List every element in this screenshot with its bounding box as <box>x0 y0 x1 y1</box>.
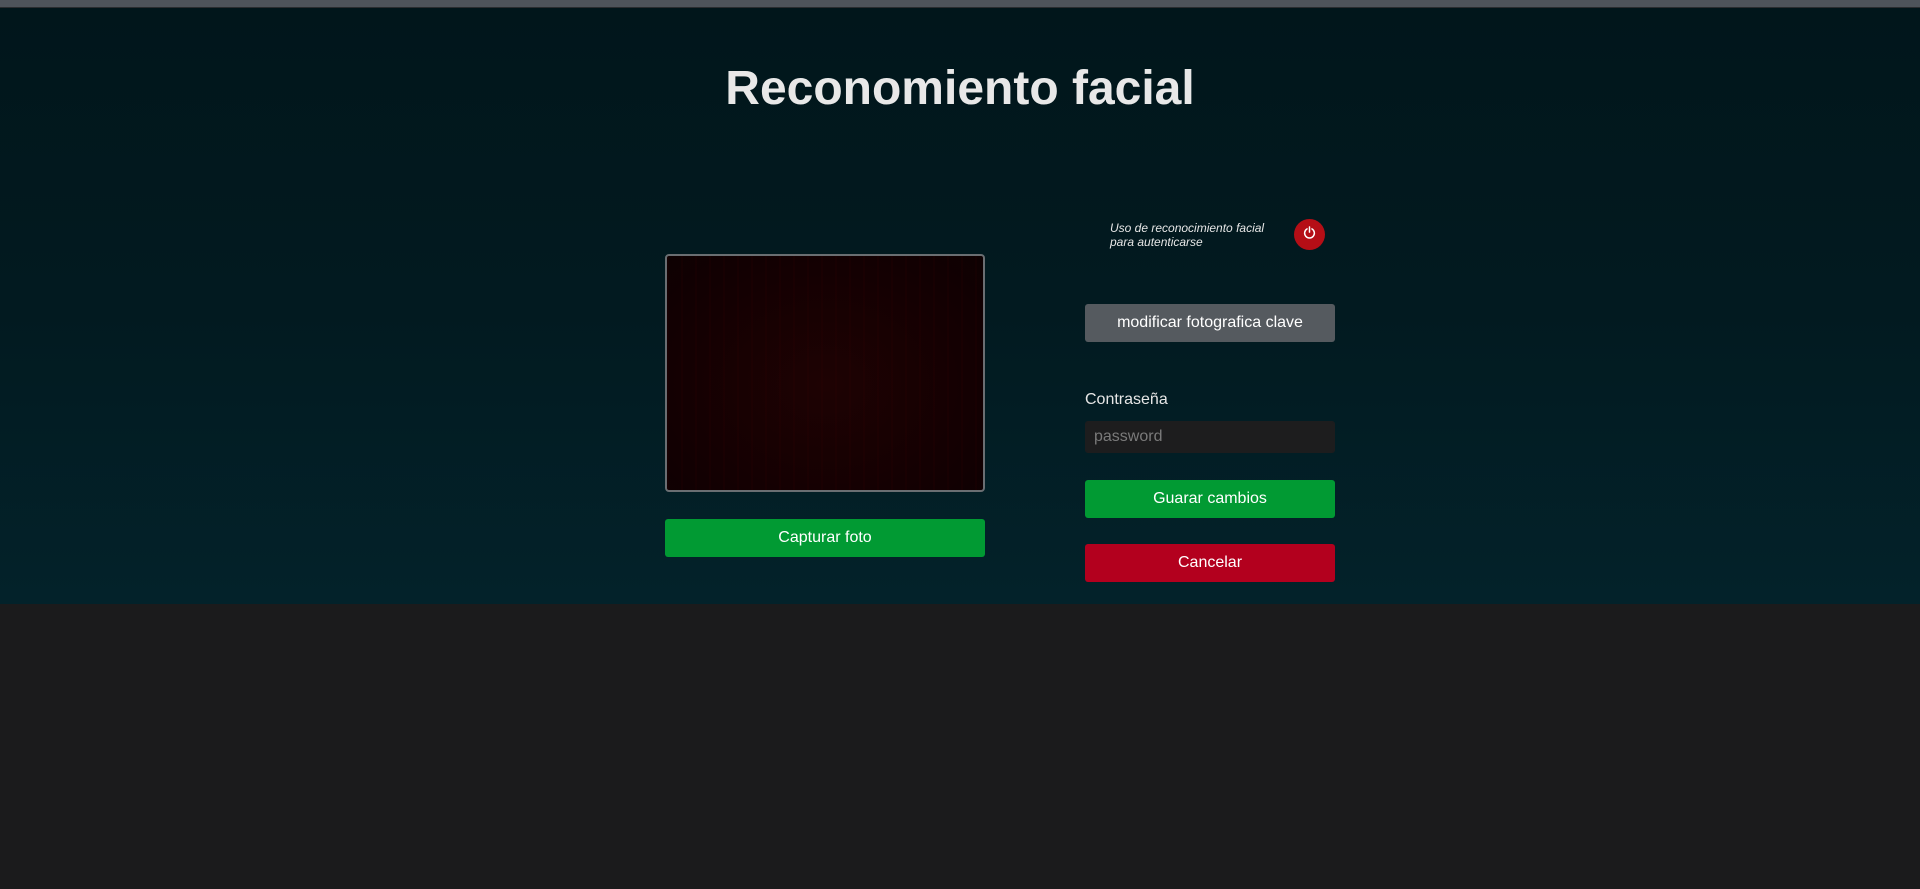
page-background <box>0 604 1920 889</box>
save-changes-button[interactable]: Guarar cambios <box>1085 480 1335 518</box>
browser-top-bar <box>0 0 1920 8</box>
capture-photo-button[interactable]: Capturar foto <box>665 519 985 557</box>
page-title: Reconomiento facial <box>725 62 1195 115</box>
face-auth-toggle-button[interactable] <box>1294 219 1325 250</box>
face-auth-toggle-label: Uso de reconocimiento facial para autent… <box>1110 221 1265 249</box>
power-icon <box>1303 225 1316 244</box>
camera-preview <box>665 254 985 492</box>
modify-key-photo-button[interactable]: modificar fotografica clave <box>1085 304 1335 342</box>
cancel-button[interactable]: Cancelar <box>1085 544 1335 582</box>
face-recognition-panel: Reconomiento facial Capturar foto Uso de… <box>0 8 1920 604</box>
password-label: Contraseña <box>1085 391 1168 408</box>
password-input[interactable] <box>1085 421 1335 453</box>
